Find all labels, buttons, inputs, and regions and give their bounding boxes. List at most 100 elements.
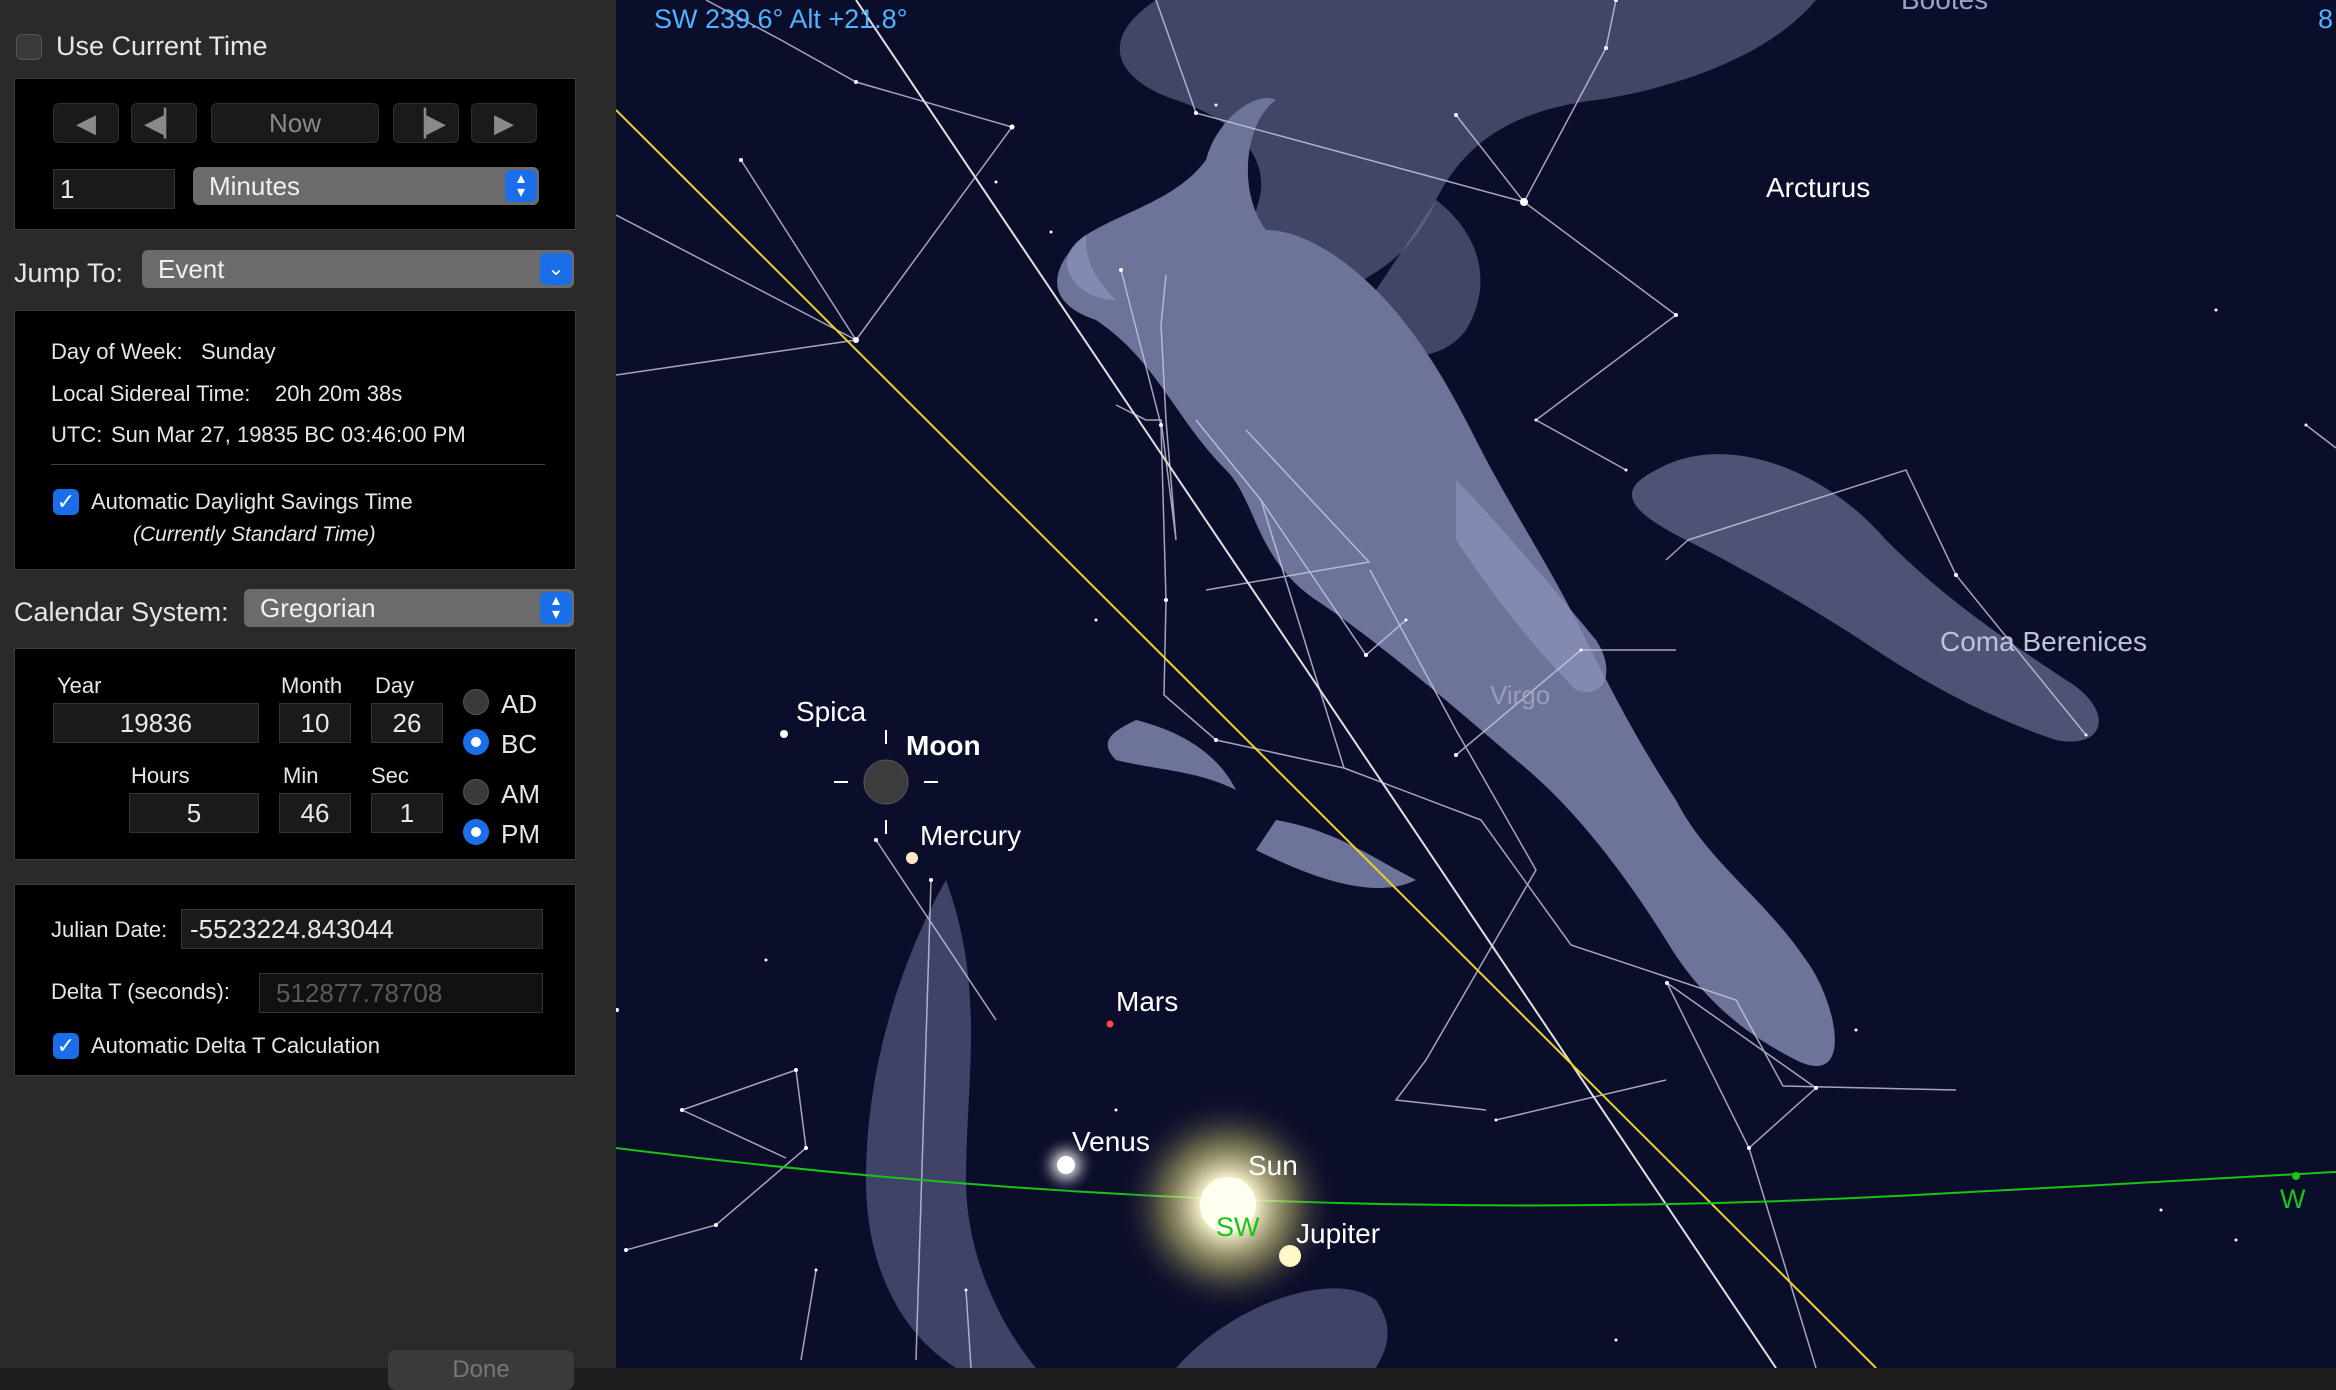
chevron-down-icon: ⌄ [540, 253, 572, 285]
checkmark-icon: ✓ [56, 489, 76, 514]
year-input[interactable]: 19836 [53, 703, 259, 743]
month-label: Month [281, 673, 343, 698]
month-input[interactable]: 10 [279, 703, 351, 743]
year-label: Year [57, 673, 102, 698]
utc-value: Sun Mar 27, 19835 BC 03:46:00 PM [111, 422, 466, 447]
calendar-system-value: Gregorian [260, 592, 376, 623]
mercury-label: Mercury [920, 820, 1022, 851]
sky-chart [616, 0, 2336, 1368]
jump-to-select[interactable]: Event ⌄ [142, 250, 574, 288]
day-input[interactable]: 26 [371, 703, 443, 743]
coma-berenices-art [1632, 454, 2099, 742]
day-of-week-label: Day of Week: [51, 339, 183, 364]
sec-label: Sec [371, 763, 409, 788]
hours-value: 5 [186, 797, 202, 828]
time-step-input[interactable]: 1 [53, 169, 175, 209]
calendar-system-label: Calendar System: [14, 597, 229, 627]
cursor-readout: SW 239.6° Alt +21.8° [654, 4, 908, 34]
mars-label: Mars [1116, 986, 1179, 1017]
time-panel: Use Current Time ◀ ◀▏ Now ▕▶ ▶ 1 Minutes… [0, 0, 616, 1390]
ad-label: AD [501, 689, 538, 719]
horizon-w-marker [2292, 1172, 2300, 1180]
time-navigation-panel: ◀ ◀▏ Now ▕▶ ▶ 1 Minutes ▴ ▾ [14, 78, 576, 230]
julian-date-label: Julian Date: [51, 917, 168, 942]
horizon-w-label: W [2280, 1184, 2306, 1214]
time-info-panel: Day of Week: Sunday Local Sidereal Time:… [14, 310, 576, 570]
use-current-time-label: Use Current Time [56, 31, 268, 61]
step-back-button[interactable]: ◀▏ [131, 103, 197, 143]
done-button-label: Done [452, 1356, 510, 1383]
hours-label: Hours [131, 763, 190, 788]
julian-date-value: -5523224.843044 [190, 913, 394, 944]
time-step-unit-select[interactable]: Minutes ▴ ▾ [193, 167, 539, 205]
checkmark-icon: ✓ [56, 1033, 76, 1058]
select-stepper-icon: ▴ ▾ [540, 592, 572, 624]
edge-fragment-label: 8 [2318, 4, 2334, 34]
min-input[interactable]: 46 [279, 793, 351, 833]
dst-status-note: (Currently Standard Time) [133, 523, 376, 546]
jump-to-label: Jump To: [14, 258, 124, 288]
sidereal-time-label: Local Sidereal Time: [51, 381, 251, 406]
auto-delta-t-label: Automatic Delta T Calculation [91, 1033, 380, 1058]
bc-label: BC [501, 729, 538, 759]
year-value: 19836 [119, 707, 193, 738]
am-label: AM [501, 779, 540, 809]
rewind-button[interactable]: ◀ [53, 103, 119, 143]
hours-input[interactable]: 5 [129, 793, 259, 833]
day-label: Day [375, 673, 415, 698]
mars-planet [1106, 1020, 1114, 1028]
sidereal-time-value: 20h 20m 38s [275, 381, 403, 406]
jump-to-value: Event [158, 253, 225, 284]
venus-label: Venus [1072, 1126, 1150, 1157]
step-forward-icon: ▕▶ [406, 107, 446, 138]
done-button[interactable]: Done [388, 1350, 574, 1390]
coma-berenices-label: Coma Berenices [1940, 626, 2147, 657]
auto-dst-label: Automatic Daylight Savings Time [91, 489, 413, 514]
auto-delta-t-checkbox[interactable]: ✓ [53, 1033, 79, 1059]
month-value: 10 [300, 707, 330, 738]
auto-dst-checkbox[interactable]: ✓ [53, 489, 79, 515]
step-back-icon: ◀▏ [144, 107, 184, 138]
delta-t-label: Delta T (seconds): [51, 979, 230, 1004]
time-step-unit-value: Minutes [209, 170, 301, 201]
arcturus-label: Arcturus [1766, 172, 1871, 203]
pm-radio[interactable] [463, 819, 489, 845]
now-button[interactable]: Now [211, 103, 379, 143]
sec-value: 1 [399, 797, 415, 828]
use-current-time-checkbox[interactable] [16, 34, 42, 60]
mercury-planet [906, 852, 918, 864]
venus-planet [1057, 1156, 1075, 1174]
julian-date-input[interactable]: -5523224.843044 [181, 909, 543, 949]
hydra-art [866, 880, 1388, 1368]
horizon-sw-label: SW [1216, 1212, 1260, 1242]
play-forward-icon: ▶ [494, 107, 514, 138]
julian-date-panel: Julian Date: -5523224.843044 Delta T (se… [14, 884, 576, 1076]
delta-t-input: 512877.78708 [259, 973, 543, 1013]
bc-radio[interactable] [463, 729, 489, 755]
spica-label: Spica [796, 696, 867, 727]
bootes-label: Bootes [1901, 0, 1988, 16]
min-label: Min [283, 763, 319, 788]
now-button-label: Now [268, 107, 321, 138]
ad-radio[interactable] [463, 689, 489, 715]
step-forward-button[interactable]: ▕▶ [393, 103, 459, 143]
spica-star [780, 730, 788, 738]
sec-input[interactable]: 1 [371, 793, 443, 833]
delta-t-value: 512877.78708 [276, 977, 443, 1008]
play-reverse-icon: ◀ [76, 107, 96, 138]
sky-view[interactable]: SW 239.6° Alt +21.8° Bootes 8 Arcturus C… [616, 0, 2336, 1368]
min-value: 46 [300, 797, 330, 828]
calendar-system-select[interactable]: Gregorian ▴ ▾ [244, 589, 574, 627]
pm-label: PM [501, 819, 540, 849]
date-time-panel: Year Month Day 19836 10 26 AD BC Hours M… [14, 648, 576, 860]
info-divider [51, 464, 545, 465]
utc-label: UTC: [51, 422, 103, 447]
virgo-label: Virgo [1490, 680, 1551, 710]
day-value: 26 [392, 707, 422, 738]
play-forward-button[interactable]: ▶ [471, 103, 537, 143]
jupiter-label: Jupiter [1296, 1218, 1381, 1249]
am-radio[interactable] [463, 779, 489, 805]
moon-label: Moon [906, 730, 981, 761]
select-stepper-icon: ▴ ▾ [505, 170, 537, 202]
sun-label: Sun [1248, 1150, 1298, 1181]
